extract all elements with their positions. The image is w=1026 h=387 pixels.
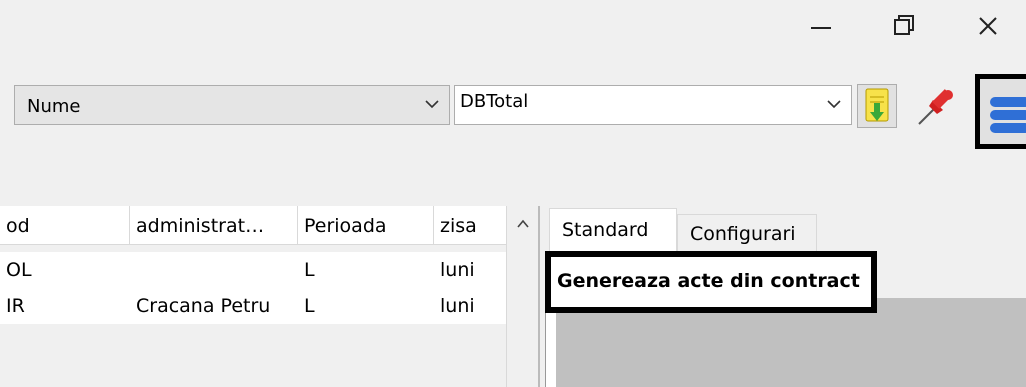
download-button[interactable] — [857, 84, 897, 128]
maximize-button[interactable] — [888, 14, 918, 44]
generate-acts-button[interactable]: Genereaza acte din contract — [545, 251, 877, 313]
table-cell: Cracana Petru — [136, 295, 271, 317]
database-button[interactable] — [975, 74, 1026, 149]
download-icon — [865, 88, 889, 122]
column-header[interactable]: od — [0, 206, 130, 244]
database-select-value: DBTotal — [460, 91, 529, 112]
chevron-up-icon[interactable] — [515, 216, 531, 232]
table-row[interactable]: OL L luni — [0, 252, 538, 288]
table-row[interactable]: IR Cracana Petru L luni — [0, 288, 538, 324]
table-cell: L — [304, 295, 315, 317]
chevron-down-icon — [827, 100, 841, 109]
close-button[interactable] — [973, 14, 1003, 44]
chevron-down-icon — [425, 100, 439, 109]
column-header[interactable]: Perioada — [298, 206, 434, 244]
database-icon — [990, 97, 1026, 133]
tab-configurari[interactable]: Configurari — [677, 214, 817, 252]
splitter[interactable] — [538, 206, 540, 387]
field-select-value: Nume — [27, 96, 81, 117]
field-select[interactable]: Nume — [14, 85, 450, 125]
grid-header: od administrat… Perioada zisa — [0, 206, 538, 245]
vertical-scrollbar[interactable] — [506, 206, 539, 387]
table-cell: OL — [6, 259, 32, 281]
column-header[interactable]: administrat… — [130, 206, 298, 244]
pin-button[interactable] — [915, 84, 955, 128]
table-cell: luni — [440, 259, 475, 281]
table-cell: IR — [6, 295, 25, 317]
pin-icon — [918, 89, 953, 125]
table-cell: L — [304, 259, 315, 281]
close-icon — [979, 17, 997, 35]
table-cell: luni — [440, 295, 475, 317]
minimize-button[interactable] — [806, 10, 836, 40]
restore-icon — [894, 15, 914, 35]
table-cell — [130, 252, 298, 288]
minimize-icon — [811, 27, 831, 29]
column-header[interactable]: zisa — [434, 206, 506, 244]
database-select[interactable]: DBTotal — [454, 85, 852, 125]
generate-acts-label: Genereaza acte din contract — [557, 270, 860, 292]
tab-standard[interactable]: Standard — [549, 208, 677, 252]
